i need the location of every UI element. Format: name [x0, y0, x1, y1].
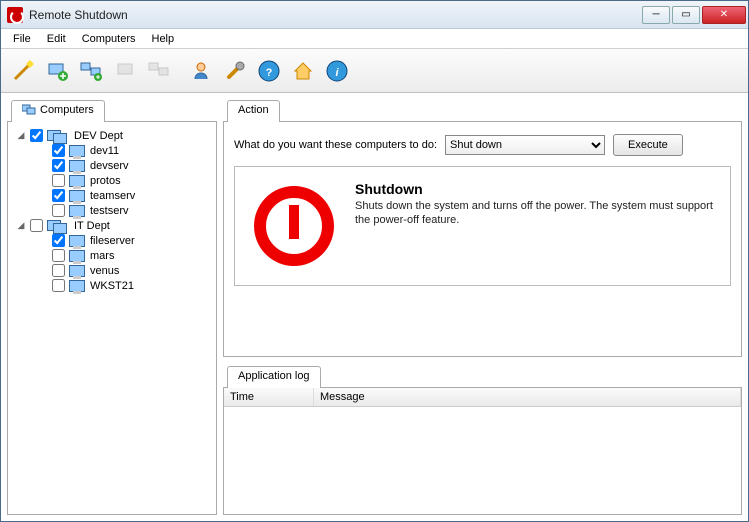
- settings-button[interactable]: [219, 55, 251, 87]
- computer-icon: [69, 235, 85, 247]
- item-label: dev11: [90, 145, 119, 157]
- app-icon: [7, 7, 23, 23]
- action-title: Shutdown: [355, 181, 716, 197]
- tree-item[interactable]: devserv: [14, 158, 210, 173]
- item-label: venus: [90, 265, 119, 277]
- computer-icon: [69, 175, 85, 187]
- item-checkbox[interactable]: [52, 204, 65, 217]
- item-label: testserv: [90, 205, 129, 217]
- group-icon: [47, 220, 69, 232]
- action-panel: What do you want these computers to do: …: [223, 121, 742, 357]
- window-title: Remote Shutdown: [29, 8, 642, 22]
- item-label: mars: [90, 250, 114, 262]
- minimize-button[interactable]: ─: [642, 6, 670, 24]
- log-col-message[interactable]: Message: [314, 388, 741, 406]
- shutdown-icon: [249, 181, 339, 271]
- menubar: File Edit Computers Help: [1, 29, 748, 49]
- group-checkbox[interactable]: [30, 219, 43, 232]
- scan-network-button[interactable]: [75, 55, 107, 87]
- action-description: Shuts down the system and turns off the …: [355, 199, 716, 228]
- execute-button[interactable]: Execute: [613, 134, 683, 156]
- item-checkbox[interactable]: [52, 249, 65, 262]
- tab-action[interactable]: Action: [227, 100, 280, 122]
- tree-item[interactable]: venus: [14, 263, 210, 278]
- close-button[interactable]: ✕: [702, 6, 746, 24]
- tree-item[interactable]: WKST21: [14, 278, 210, 293]
- item-checkbox[interactable]: [52, 144, 65, 157]
- group-label: DEV Dept: [74, 130, 123, 142]
- log-col-time[interactable]: Time: [224, 388, 314, 406]
- menu-file[interactable]: File: [5, 31, 39, 47]
- computer-icon: [69, 265, 85, 277]
- expand-icon[interactable]: ◢: [16, 131, 26, 141]
- tree-group[interactable]: ◢ DEV Dept: [14, 128, 210, 143]
- computer-icon: [69, 160, 85, 172]
- tree-item[interactable]: fileserver: [14, 233, 210, 248]
- action-description-box: Shutdown Shuts down the system and turns…: [234, 166, 731, 286]
- menu-help[interactable]: Help: [144, 31, 183, 47]
- about-button[interactable]: i: [321, 55, 353, 87]
- item-label: teamserv: [90, 190, 135, 202]
- credentials-button[interactable]: [185, 55, 217, 87]
- wizard-button[interactable]: [7, 55, 39, 87]
- tree-item[interactable]: protos: [14, 173, 210, 188]
- item-checkbox[interactable]: [52, 234, 65, 247]
- computer-icon: [69, 145, 85, 157]
- action-select[interactable]: Shut down: [445, 135, 605, 155]
- edit-computer-button[interactable]: [109, 55, 141, 87]
- tree-item[interactable]: mars: [14, 248, 210, 263]
- toolbar: ? i: [1, 49, 748, 93]
- add-computer-button[interactable]: [41, 55, 73, 87]
- item-label: WKST21: [90, 280, 134, 292]
- tree-item[interactable]: teamserv: [14, 188, 210, 203]
- help-button[interactable]: ?: [253, 55, 285, 87]
- item-label: protos: [90, 175, 121, 187]
- tab-computers[interactable]: Computers: [11, 100, 105, 122]
- tree-group[interactable]: ◢ IT Dept: [14, 218, 210, 233]
- item-checkbox[interactable]: [52, 279, 65, 292]
- maximize-button[interactable]: ▭: [672, 6, 700, 24]
- group-label: IT Dept: [74, 220, 110, 232]
- tab-log[interactable]: Application log: [227, 366, 321, 388]
- computer-icon: [69, 205, 85, 217]
- tab-computers-label: Computers: [40, 104, 94, 116]
- titlebar[interactable]: Remote Shutdown ─ ▭ ✕: [1, 1, 748, 29]
- item-label: devserv: [90, 160, 129, 172]
- computer-icon: [69, 280, 85, 292]
- item-label: fileserver: [90, 235, 135, 247]
- log-header: Time Message: [224, 388, 741, 407]
- item-checkbox[interactable]: [52, 159, 65, 172]
- tree-item[interactable]: dev11: [14, 143, 210, 158]
- item-checkbox[interactable]: [52, 174, 65, 187]
- group-checkbox[interactable]: [30, 129, 43, 142]
- item-checkbox[interactable]: [52, 189, 65, 202]
- remove-computer-button[interactable]: [143, 55, 175, 87]
- home-button[interactable]: [287, 55, 319, 87]
- computer-icon: [69, 190, 85, 202]
- log-panel: Time Message: [223, 387, 742, 515]
- tree-item[interactable]: testserv: [14, 203, 210, 218]
- computer-icon: [69, 250, 85, 262]
- item-checkbox[interactable]: [52, 264, 65, 277]
- svg-text:?: ?: [266, 67, 273, 79]
- computers-tree[interactable]: ◢ DEV Dept dev11 devserv protos teamserv tests…: [7, 121, 217, 515]
- app-window: Remote Shutdown ─ ▭ ✕ File Edit Computer…: [0, 0, 749, 522]
- menu-edit[interactable]: Edit: [39, 31, 74, 47]
- action-prompt: What do you want these computers to do:: [234, 139, 437, 151]
- menu-computers[interactable]: Computers: [74, 31, 144, 47]
- group-icon: [47, 130, 69, 142]
- expand-icon[interactable]: ◢: [16, 221, 26, 231]
